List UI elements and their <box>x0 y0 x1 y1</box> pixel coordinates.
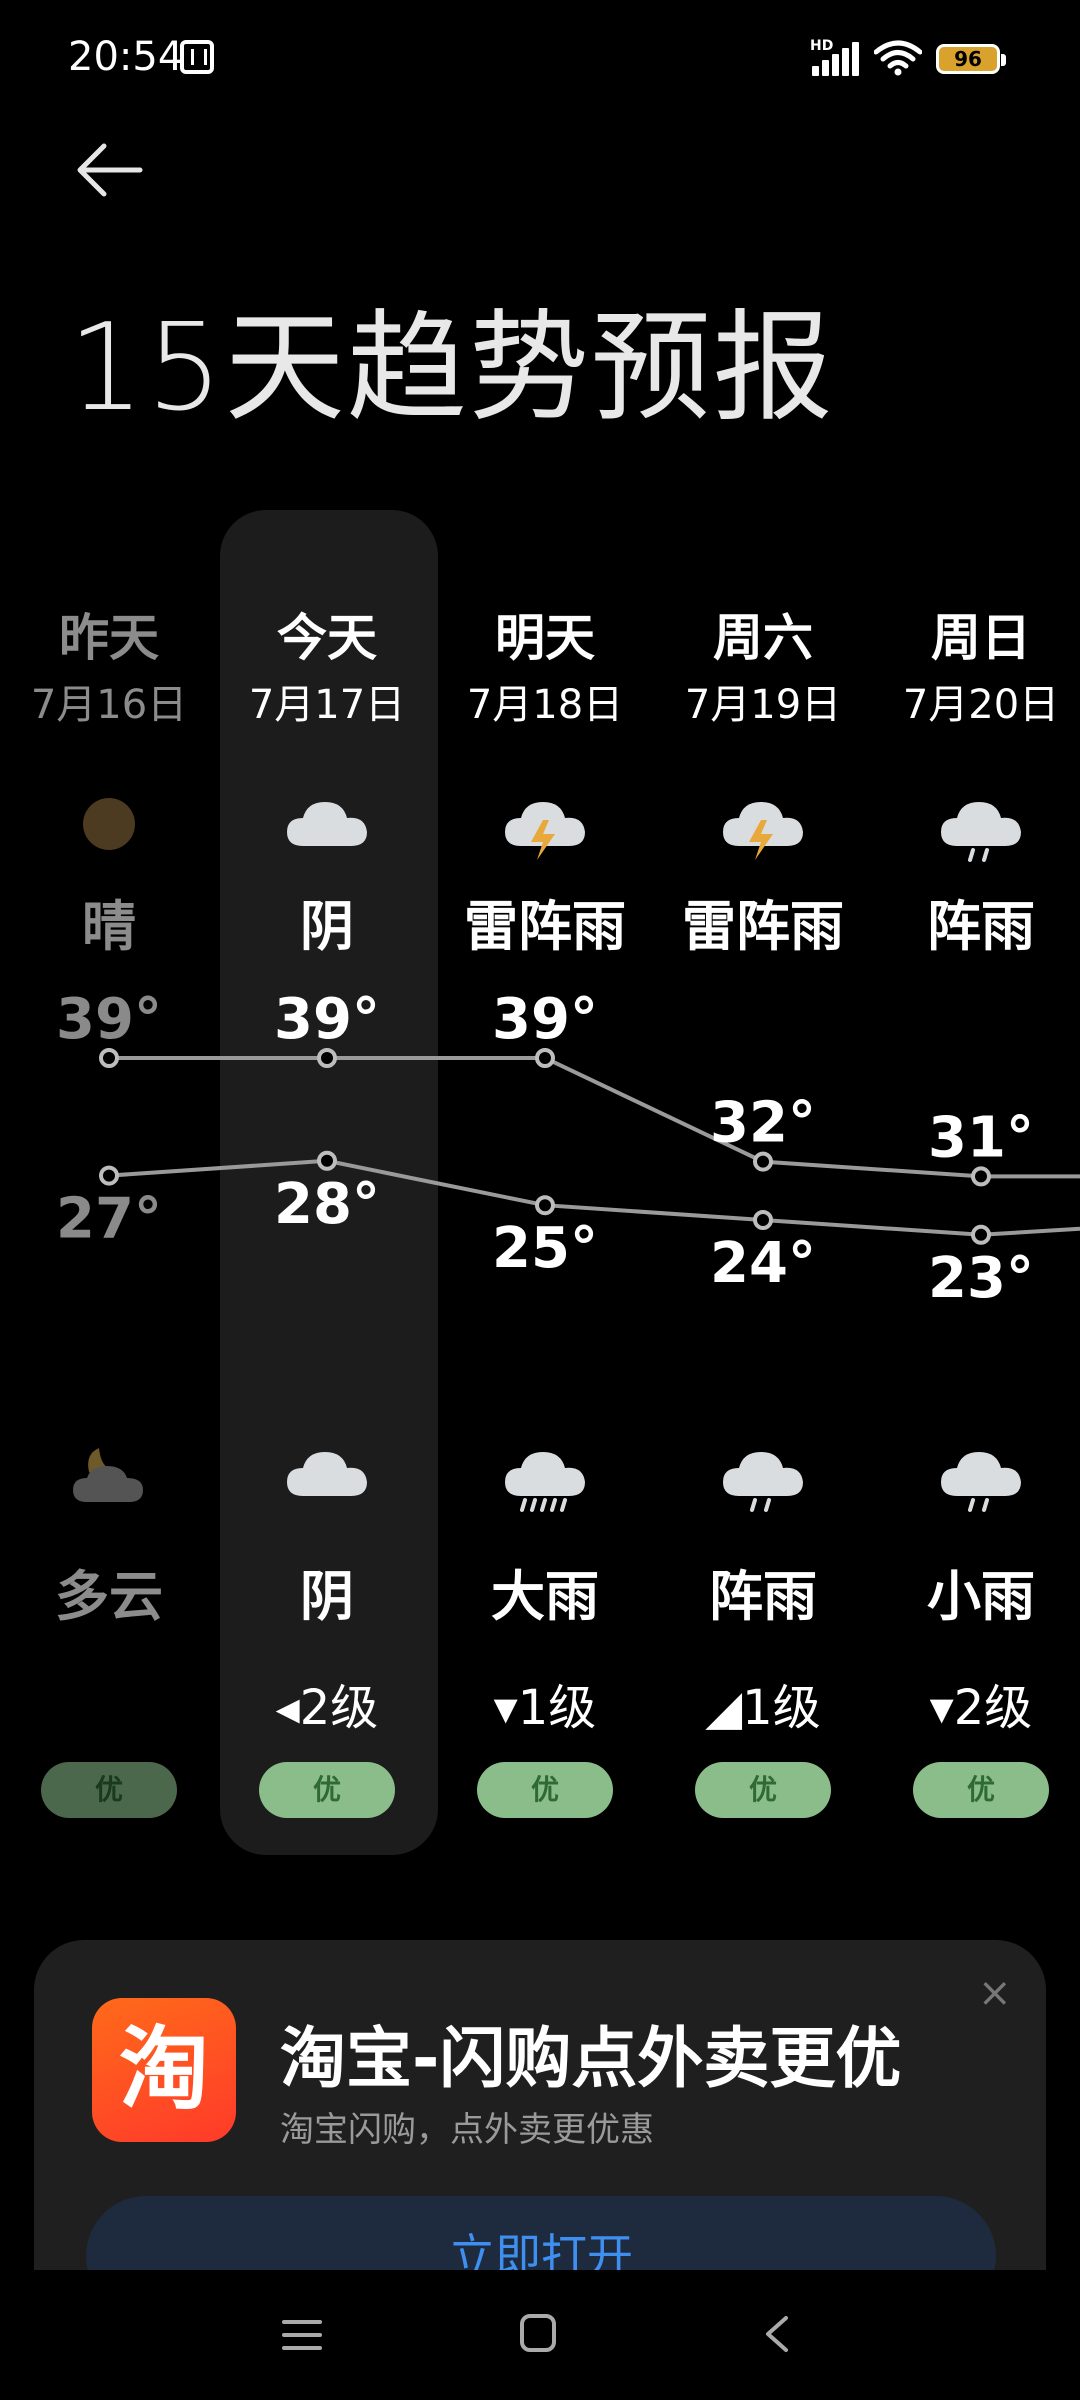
low-temp-point <box>971 1224 991 1245</box>
wind-level: ▾1级 <box>493 1680 597 1736</box>
night-condition: 阴 <box>300 1565 354 1628</box>
taobao-app-logo: 淘 <box>92 1998 236 2142</box>
low-temp-point <box>317 1150 337 1171</box>
day-name: 明天 <box>495 609 595 667</box>
night-condition: 多云 <box>55 1565 163 1628</box>
day-date: 7月20日 <box>902 682 1060 728</box>
high-temp-label: 31° <box>928 1105 1034 1170</box>
day-name: 周六 <box>713 609 813 667</box>
nav-back-icon[interactable] <box>762 2314 792 2354</box>
day-date: 7月16日 <box>30 682 188 728</box>
day-date: 7月18日 <box>466 682 624 728</box>
day-name: 周日 <box>931 609 1031 667</box>
shower-icon <box>654 1434 872 1514</box>
signal-icon <box>812 40 862 76</box>
wind-level: ◢1级 <box>705 1680 821 1736</box>
night-condition: 阵雨 <box>709 1565 817 1628</box>
aqi-badge: 优 <box>913 1762 1049 1818</box>
low-temp-label: 28° <box>274 1172 380 1237</box>
high-temp-label: 39° <box>56 987 162 1052</box>
low-temp-label: 25° <box>492 1216 598 1281</box>
low-temp-label: 23° <box>928 1246 1034 1311</box>
day-date: 7月17日 <box>248 682 406 728</box>
day-condition: 晴 <box>82 895 136 958</box>
high-temp-label: 32° <box>710 1091 816 1156</box>
status-time: 20:54 <box>68 34 184 80</box>
wifi-icon <box>874 40 922 76</box>
partly-cloudy-night-icon <box>0 1434 218 1514</box>
low-temp-point <box>535 1195 555 1216</box>
nfc-icon <box>180 40 214 74</box>
day-condition: 阵雨 <box>927 895 1035 958</box>
low-temp-label: 27° <box>56 1187 162 1252</box>
high-temp-point <box>535 1048 555 1068</box>
day-date: 7月19日 <box>684 682 842 728</box>
day-name: 今天 <box>277 609 377 667</box>
high-temp-label: 39° <box>274 987 380 1052</box>
day-condition: 阴 <box>300 895 354 958</box>
temperature-chart: 39° 39° 39° 32° 31° 27° 28° 25° 24° 23° <box>56 987 1080 1311</box>
sun-icon <box>0 784 218 864</box>
overcast-icon <box>218 784 436 864</box>
heavy-rain-icon <box>436 1434 654 1514</box>
home-icon[interactable] <box>520 2314 556 2352</box>
high-temp-point <box>971 1166 991 1187</box>
page-title: 15天趋势预报 <box>68 299 835 438</box>
thunderstorm-icon <box>654 784 872 864</box>
ad-title: 淘宝-闪购点外卖更优 <box>280 2020 902 2097</box>
aqi-badge: 优 <box>41 1762 177 1818</box>
aqi-badge: 优 <box>477 1762 613 1818</box>
high-temp-point <box>99 1048 119 1068</box>
thunderstorm-icon <box>436 784 654 864</box>
aqi-badge: 优 <box>695 1762 831 1818</box>
battery-icon: 96 <box>936 44 1006 74</box>
night-condition: 大雨 <box>491 1565 599 1628</box>
high-temp-point <box>317 1048 337 1068</box>
low-temp-point <box>99 1165 119 1186</box>
low-temp-label: 24° <box>710 1231 816 1296</box>
shower-icon <box>872 784 1080 864</box>
low-temp-point <box>753 1210 773 1230</box>
light-rain-icon <box>872 1434 1080 1514</box>
day-name: 昨天 <box>59 609 159 667</box>
overcast-icon <box>218 1434 436 1514</box>
back-arrow-icon[interactable] <box>72 140 152 200</box>
day-condition: 雷阵雨 <box>682 895 844 958</box>
aqi-badge: 优 <box>259 1762 395 1818</box>
wind-level: ▾2级 <box>929 1680 1033 1736</box>
night-condition: 小雨 <box>927 1565 1035 1628</box>
close-icon[interactable]: × <box>978 1970 1012 2016</box>
ad-subtitle: 淘宝闪购，点外卖更优惠 <box>280 2110 654 2150</box>
day-condition: 雷阵雨 <box>464 895 626 958</box>
wind-level: ◂2级 <box>275 1680 379 1736</box>
high-temp-point <box>753 1151 773 1172</box>
high-temp-label: 39° <box>492 987 598 1052</box>
recents-menu-icon[interactable] <box>282 2318 322 2352</box>
